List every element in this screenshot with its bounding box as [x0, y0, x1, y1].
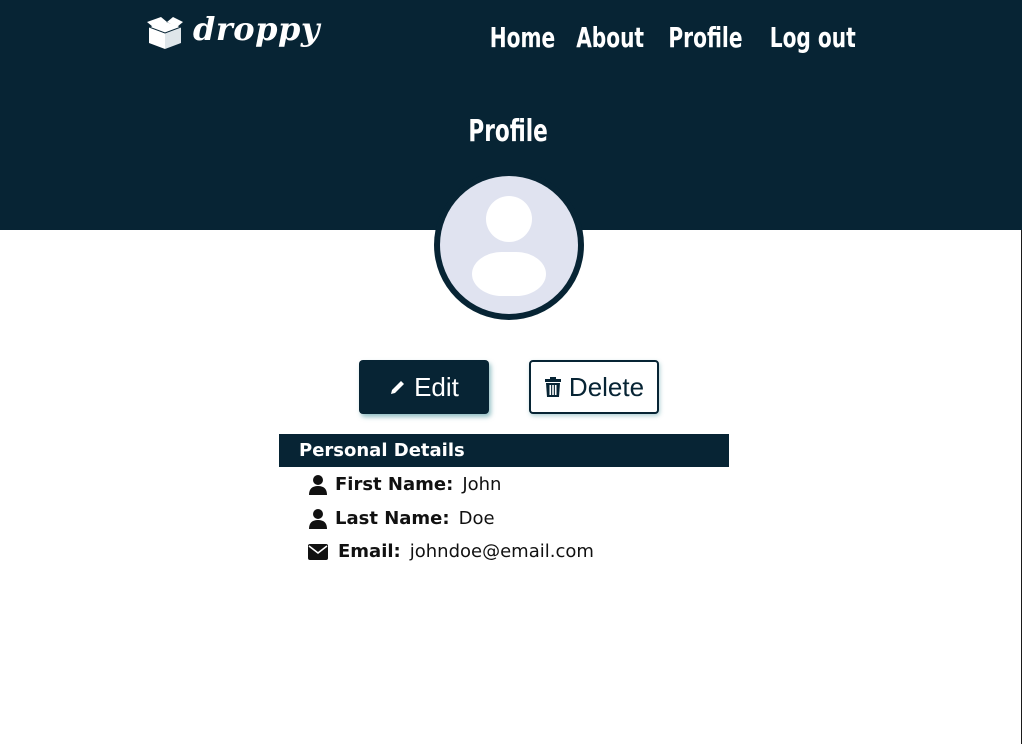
detail-row-email: Email: johndoe@email.com — [307, 541, 594, 562]
personal-details-header: Personal Details — [279, 434, 729, 467]
brand-logo[interactable]: droppy — [145, 10, 320, 53]
trash-icon — [544, 377, 561, 397]
last-name-value: Doe — [458, 508, 495, 529]
delete-button-label: Delete — [568, 371, 645, 402]
first-name-label: First Name: — [335, 474, 454, 495]
user-placeholder-icon — [440, 176, 578, 314]
email-label: Email: — [338, 541, 401, 562]
page-title: Profile — [0, 112, 1017, 152]
email-value: johndoe@email.com — [409, 541, 594, 562]
envelope-icon — [307, 543, 329, 560]
avatar — [434, 170, 584, 320]
box-icon — [147, 17, 183, 49]
pencil-icon — [391, 381, 405, 394]
nav-logout[interactable]: Log out — [769, 18, 855, 58]
edit-button[interactable]: Edit — [359, 360, 489, 414]
edit-button-label: Edit — [414, 371, 459, 402]
page-title-text: Profile — [468, 114, 549, 149]
last-name-label: Last Name: — [335, 508, 450, 529]
nav-profile[interactable]: Profile — [668, 18, 742, 58]
nav-about[interactable]: About — [577, 18, 645, 58]
brand-name: droppy — [193, 10, 320, 48]
delete-button[interactable]: Delete — [529, 360, 659, 414]
detail-row-last-name: Last Name: Doe — [307, 508, 495, 529]
user-icon — [307, 474, 329, 495]
nav-home[interactable]: Home — [489, 18, 554, 58]
main-nav: Home About Profile Log out — [489, 18, 860, 58]
detail-row-first-name: First Name: John — [307, 474, 501, 495]
user-icon — [307, 508, 329, 529]
first-name-value: John — [462, 474, 502, 495]
